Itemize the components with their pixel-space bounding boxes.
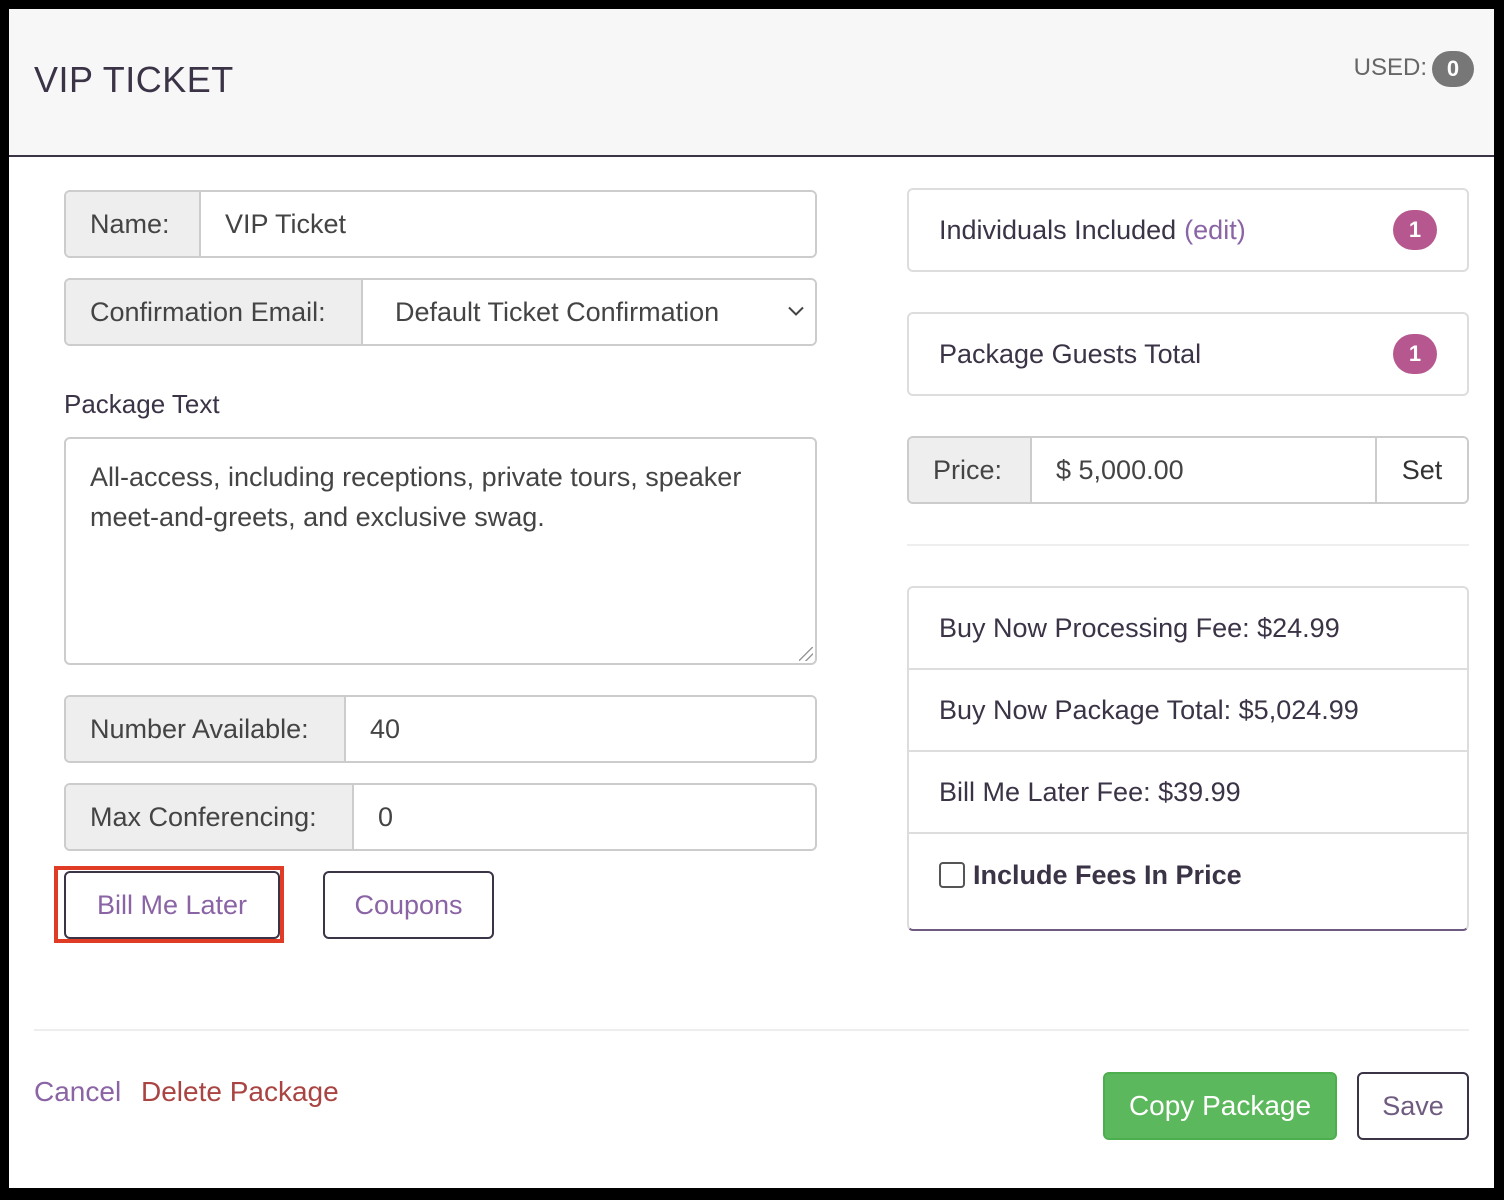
package-text-label: Package Text	[64, 389, 220, 419]
delete-package-link[interactable]: Delete Package	[141, 1076, 339, 1108]
price-group: Price: $ 5,000.00 Set	[907, 436, 1469, 504]
include-fees-row: Include Fees In Price	[909, 834, 1467, 916]
individuals-included-card: Individuals Included (edit) 1	[907, 188, 1469, 272]
name-label: Name:	[66, 192, 201, 256]
individuals-count-badge: 1	[1393, 210, 1437, 250]
fee-row-processing: Buy Now Processing Fee: $24.99	[909, 588, 1467, 670]
package-text-line: meet-and-greets, and exclusive swag.	[90, 502, 545, 532]
include-fees-checkbox[interactable]	[939, 862, 965, 888]
number-available-label: Number Available:	[66, 697, 346, 761]
right-divider	[907, 544, 1469, 546]
set-price-button[interactable]: Set	[1375, 438, 1467, 502]
price-label: Price:	[909, 438, 1032, 502]
coupons-button[interactable]: Coupons	[323, 871, 494, 939]
save-button[interactable]: Save	[1357, 1072, 1469, 1140]
confirmation-email-value: Default Ticket Confirmation	[395, 296, 720, 327]
package-text-textarea[interactable]: All-access, including receptions, privat…	[64, 437, 817, 665]
max-conferencing-group: Max Conferencing: 0	[64, 783, 817, 851]
fee-row-total: Buy Now Package Total: $5,024.99	[909, 670, 1467, 752]
fees-card: Buy Now Processing Fee: $24.99 Buy Now P…	[907, 586, 1469, 931]
include-fees-label[interactable]: Include Fees In Price	[973, 860, 1242, 891]
used-count-badge: 0	[1432, 51, 1474, 87]
price-input[interactable]: $ 5,000.00	[1032, 438, 1375, 502]
cancel-link[interactable]: Cancel	[34, 1076, 121, 1108]
package-guests-count-badge: 1	[1393, 334, 1437, 374]
footer-divider	[34, 1029, 1469, 1031]
max-conferencing-input[interactable]: 0	[354, 785, 815, 849]
panel-title: VIP TICKET	[34, 59, 234, 100]
confirmation-email-group: Confirmation Email: Default Ticket Confi…	[64, 278, 817, 346]
individuals-included-label: Individuals Included	[939, 214, 1177, 245]
name-group: Name: VIP Ticket	[64, 190, 817, 258]
name-input[interactable]: VIP Ticket	[201, 192, 815, 256]
fee-row-bill-later: Bill Me Later Fee: $39.99	[909, 752, 1467, 834]
number-available-group: Number Available: 40	[64, 695, 817, 763]
bill-me-later-button[interactable]: Bill Me Later	[64, 871, 280, 939]
number-available-input[interactable]: 40	[346, 697, 815, 761]
package-guests-label: Package Guests Total	[939, 338, 1202, 369]
individuals-included-row: Individuals Included (edit) 1	[909, 190, 1467, 270]
resize-handle-icon[interactable]	[799, 647, 813, 661]
panel-header: VIP TICKET USED: 0	[9, 9, 1494, 157]
package-edit-panel: VIP TICKET USED: 0 Name: VIP Ticket Conf…	[9, 9, 1494, 1188]
individuals-edit-link[interactable]: (edit)	[1184, 215, 1246, 246]
confirmation-email-select[interactable]: Default Ticket Confirmation	[363, 280, 815, 344]
max-conferencing-label: Max Conferencing:	[66, 785, 354, 849]
chevron-down-icon	[787, 301, 805, 324]
package-text-line: All-access, including receptions, privat…	[90, 462, 742, 492]
used-label: USED:	[1353, 54, 1427, 81]
confirmation-email-label: Confirmation Email:	[66, 280, 363, 344]
package-guests-card: Package Guests Total 1	[907, 312, 1469, 396]
package-guests-row: Package Guests Total 1	[909, 314, 1467, 394]
copy-package-button[interactable]: Copy Package	[1103, 1072, 1337, 1140]
